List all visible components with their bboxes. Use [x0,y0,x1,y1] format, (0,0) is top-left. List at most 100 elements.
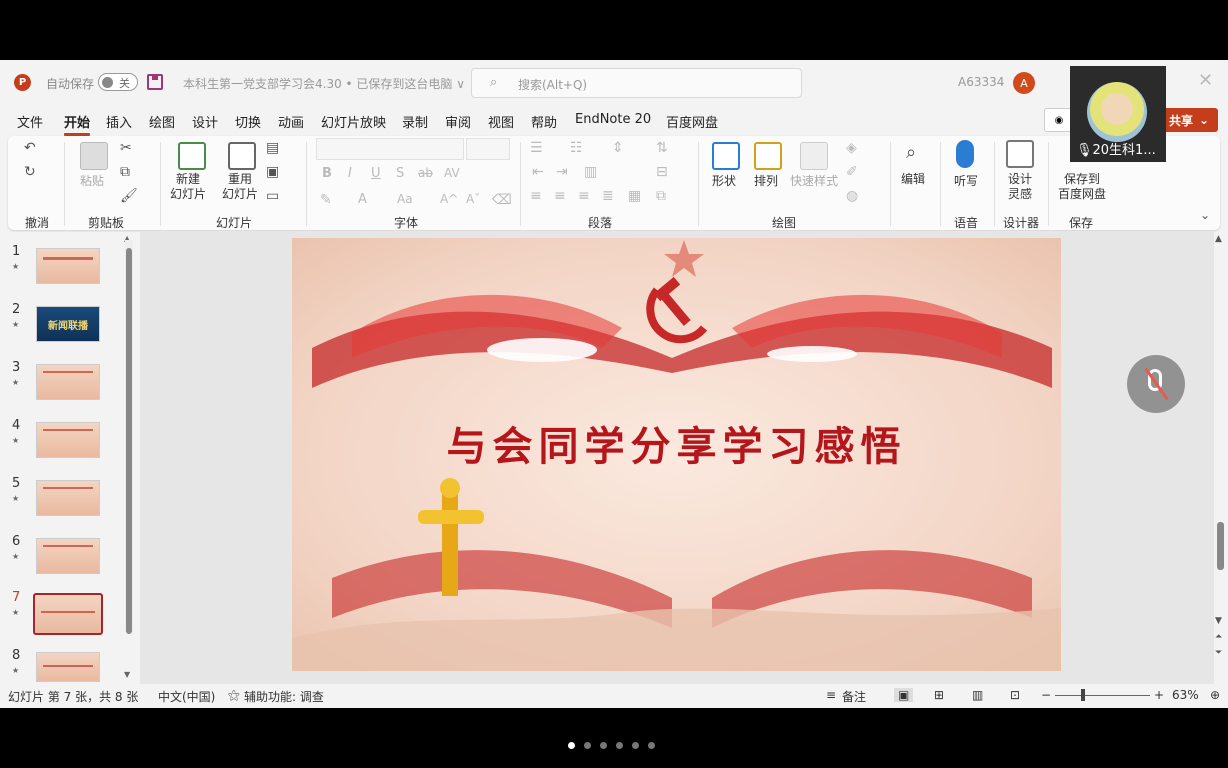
layout-icon[interactable]: ▤ [266,140,279,156]
mute-microphone-button[interactable] [1127,355,1185,413]
page-dot[interactable] [584,742,591,749]
zoom-slider-thumb[interactable] [1081,689,1085,701]
reuse-slide-button[interactable]: 重用 幻灯片 [222,172,258,202]
tab-baidu[interactable]: 百度网盘 [666,112,718,131]
video-participant-tile[interactable]: 🎙20生科1... [1070,66,1166,162]
next-slide-icon[interactable]: ⏷ [1215,648,1222,658]
align-center-icon[interactable]: ≡ [554,188,566,204]
arrange-button[interactable]: 排列 [754,174,778,189]
clear-format-icon[interactable]: ⌫ [492,192,512,208]
tab-animations[interactable]: 动画 [278,112,304,131]
font-size-select[interactable] [466,138,510,160]
page-dot[interactable] [648,742,655,749]
avatar[interactable]: A [1013,72,1035,94]
tab-transitions[interactable]: 切换 [235,112,261,131]
slide-thumbnail-7[interactable] [33,593,103,635]
language-indicator[interactable]: 中文(中国) [158,688,215,705]
copy-icon[interactable]: ⧉ [120,164,130,180]
undo-icon[interactable]: ↶ [24,140,36,156]
slide-thumbnail-8[interactable] [36,652,100,682]
justify-icon[interactable]: ≣ [602,188,614,204]
quick-styles-button[interactable]: 快速样式 [790,174,838,189]
align-left-icon[interactable]: ≡ [530,188,542,204]
dictate-button[interactable]: 听写 [954,174,978,189]
paste-icon[interactable] [80,142,108,170]
tab-endnote[interactable]: EndNote 20 [575,112,651,127]
tab-home[interactable]: 开始 [64,112,91,136]
tab-file[interactable]: 文件 [17,112,43,131]
notes-button[interactable]: 备注 [842,688,866,705]
previous-slide-icon[interactable]: ⏶ [1215,632,1222,642]
highlight-icon[interactable]: ✎ [320,192,332,208]
save-icon[interactable] [147,74,163,90]
scrollbar-thumb[interactable] [1217,522,1224,570]
zoom-in-icon[interactable]: + [1154,688,1164,702]
new-slide-icon[interactable] [178,142,206,170]
bold-icon[interactable]: B [322,166,332,181]
strikethrough-icon[interactable]: ab [418,166,433,180]
italic-icon[interactable]: I [348,166,352,181]
paste-button[interactable]: 粘贴 [80,174,104,189]
page-dot-active[interactable] [568,742,575,749]
arrange-icon[interactable] [754,142,782,170]
edit-button[interactable]: 编辑 [901,172,925,187]
redo-icon[interactable]: ↻ [24,164,36,180]
shape-outline-icon[interactable]: ✐ [846,164,858,180]
text-direction-icon[interactable]: ⇅ [656,140,668,156]
section-icon[interactable]: ▭ [266,188,279,204]
collapse-ribbon-icon[interactable]: ⌄ [1200,208,1210,222]
shrink-font-icon[interactable]: Aˇ [466,192,480,206]
share-button[interactable]: 共享 ⌄ [1160,108,1218,132]
shapes-button[interactable]: 形状 [712,174,736,189]
underline-icon[interactable]: U [371,166,381,181]
slide-title[interactable]: 与会同学分享学习感悟 [292,414,1061,472]
slide-sorter-icon[interactable]: ⊞ [934,688,944,702]
char-spacing-icon[interactable]: AV [444,166,460,180]
account-name[interactable]: A63334 [958,75,1004,89]
slide-thumbnail-5[interactable] [36,480,100,516]
tab-record[interactable]: 录制 [402,112,428,131]
tab-review[interactable]: 审阅 [445,112,471,131]
designer-icon[interactable] [1006,140,1034,168]
bullets-icon[interactable]: ☰ [530,140,543,156]
new-slide-button[interactable]: 新建 幻灯片 [170,172,206,202]
scroll-down-icon[interactable]: ▼ [124,670,130,679]
designer-button[interactable]: 设计 灵感 [1008,172,1032,202]
align-right-icon[interactable]: ≡ [578,188,590,204]
tab-slideshow[interactable]: 幻灯片放映 [321,112,386,131]
quick-styles-icon[interactable] [800,142,828,170]
close-icon[interactable]: ✕ [1198,70,1213,91]
smartart-icon[interactable]: ⧉ [656,188,666,204]
slide-thumbnail-6[interactable] [36,538,100,574]
change-case-icon[interactable]: Aa [397,192,413,206]
line-spacing-icon[interactable]: ⇕ [612,140,624,156]
shadow-icon[interactable]: S [396,166,404,181]
tab-view[interactable]: 视图 [488,112,514,131]
cut-icon[interactable]: ✂ [120,140,132,156]
tab-design[interactable]: 设计 [192,112,218,131]
microphone-icon[interactable] [956,140,974,168]
reuse-slide-icon[interactable] [228,142,256,170]
slideshow-icon[interactable]: ⊡ [1010,688,1020,702]
reading-view-icon[interactable]: ▥ [972,688,983,702]
slide-thumbnail-1[interactable] [36,248,100,284]
distribute-icon[interactable]: ▦ [628,188,641,204]
accessibility-status[interactable]: 辅助功能: 调查 [244,688,324,705]
find-icon[interactable]: ⌕ [906,142,916,163]
zoom-level[interactable]: 63% [1172,688,1199,702]
scrollbar-thumb[interactable] [126,248,132,634]
shape-fill-icon[interactable]: ◈ [846,140,857,156]
decrease-indent-icon[interactable]: ⇤ [532,164,544,180]
slide-thumbnail-4[interactable] [36,422,100,458]
search-box[interactable]: ⌕ 搜索(Alt+Q) [471,68,802,98]
format-painter-icon[interactable]: 🖌 [120,188,138,204]
scroll-down-icon[interactable]: ▼ [1215,616,1222,626]
slide-thumbnail-2[interactable]: 新闻联播 [36,306,100,342]
tab-draw[interactable]: 绘图 [149,112,175,131]
font-color-icon[interactable]: A [358,192,367,207]
align-text-icon[interactable]: ⊟ [656,164,668,180]
fit-slide-icon[interactable]: ⊕ [1210,688,1220,702]
page-dot[interactable] [600,742,607,749]
numbering-icon[interactable]: ☷ [570,140,583,156]
zoom-out-icon[interactable]: − [1041,688,1051,702]
